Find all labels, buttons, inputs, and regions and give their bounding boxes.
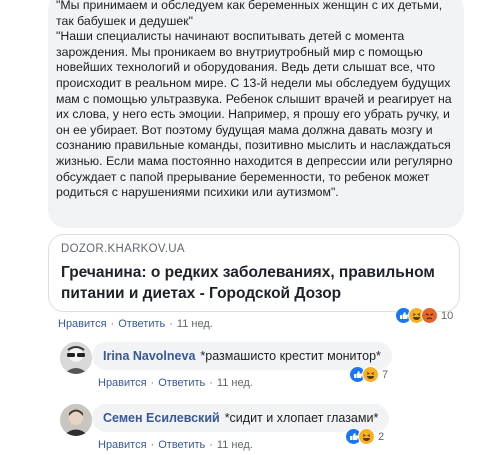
reply-actions: Нравится · Ответить · 11 нед.	[98, 377, 253, 389]
link-preview-card[interactable]: DOZOR.KHARKOV.UA Гречанина: о редких заб…	[48, 234, 460, 312]
separator: ·	[110, 318, 115, 330]
reaction-count: 2	[378, 430, 385, 443]
link-domain: DOZOR.KHARKOV.UA	[61, 243, 185, 255]
separator: ·	[169, 318, 173, 330]
reply-bubble: Irina Navolneva *размашисто крестит монит…	[92, 342, 392, 370]
reaction-count: 10	[441, 309, 454, 322]
reply-reactions[interactable]: 7	[349, 366, 388, 383]
reply-text: *сидит и хлопает глазами*	[224, 411, 379, 425]
separator: ·	[150, 377, 155, 389]
reply-text: *размашисто крестит монитор*	[200, 349, 381, 363]
like-link[interactable]: Нравится	[98, 377, 147, 389]
reply-link[interactable]: Ответить	[158, 439, 205, 451]
author-name[interactable]: Семен Есилевский	[103, 411, 220, 425]
link-title[interactable]: Гречанина: о редких заболеваниях, правил…	[61, 262, 453, 304]
reply-time[interactable]: 11 нед.	[217, 439, 253, 451]
like-link[interactable]: Нравится	[98, 439, 147, 451]
reaction-count: 7	[382, 368, 389, 381]
comment-time[interactable]: 11 нед.	[177, 318, 213, 330]
separator: ·	[209, 377, 213, 389]
reply-reactions[interactable]: 2	[345, 428, 384, 445]
comment-actions: Нравится · Ответить · 11 нед.	[58, 318, 213, 330]
reply-link[interactable]: Ответить	[118, 318, 165, 330]
reply-actions: Нравится · Ответить · 11 нед.	[98, 439, 253, 451]
comment-paragraph: "Наши специалисты начинают воспитывать д…	[56, 29, 453, 200]
separator: ·	[209, 439, 213, 451]
comment-paragraph: "Мы принимаем и обследуем как беременных…	[56, 0, 443, 28]
reply-link[interactable]: Ответить	[158, 377, 205, 389]
comment-text: "Мы принимаем и обследуем как беременных…	[56, 0, 456, 201]
comment-reactions[interactable]: 10	[395, 307, 453, 324]
avatar[interactable]	[60, 404, 92, 436]
haha-reaction-icon	[358, 428, 375, 445]
separator: ·	[150, 439, 155, 451]
angry-reaction-icon	[421, 307, 438, 324]
avatar[interactable]	[60, 342, 92, 374]
author-name[interactable]: Irina Navolneva	[103, 349, 195, 363]
reply-time[interactable]: 11 нед.	[217, 377, 253, 389]
haha-reaction-icon	[362, 366, 379, 383]
like-link[interactable]: Нравится	[58, 318, 107, 330]
